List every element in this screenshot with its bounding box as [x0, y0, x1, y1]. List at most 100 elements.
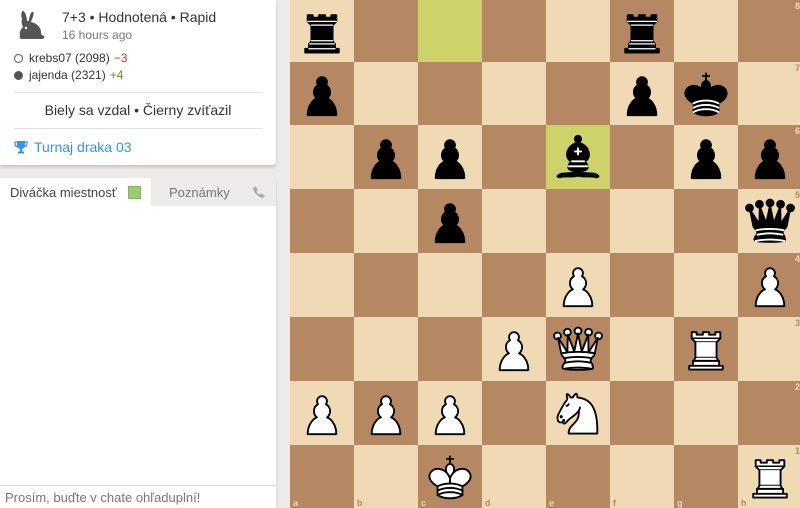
black-bishop-icon[interactable] [550, 129, 606, 185]
white-pawn-icon[interactable] [550, 257, 606, 313]
file-label: g [677, 498, 683, 508]
square-d6[interactable] [482, 125, 546, 189]
square-g7[interactable] [674, 62, 738, 125]
chess-board[interactable]: 8765432 abcdefg 1h [290, 0, 800, 508]
square-g3[interactable] [674, 317, 738, 381]
square-g4[interactable] [674, 253, 738, 317]
square-b1[interactable]: b [354, 445, 418, 508]
square-e8[interactable] [546, 0, 610, 62]
square-c8[interactable] [418, 0, 482, 62]
black-pawn-icon[interactable] [422, 193, 478, 249]
square-d3[interactable] [482, 317, 546, 381]
square-d1[interactable]: d [482, 445, 546, 508]
square-c6[interactable] [418, 125, 482, 189]
white-rook-icon[interactable] [678, 321, 734, 377]
player-black-rating-diff: +4 [109, 68, 124, 82]
square-h4[interactable]: 4 [738, 253, 800, 317]
square-d4[interactable] [482, 253, 546, 317]
square-h7[interactable]: 7 [738, 62, 800, 125]
square-c3[interactable] [418, 317, 482, 381]
square-e7[interactable] [546, 62, 610, 125]
black-king-icon[interactable] [678, 66, 734, 122]
chat-toggle-checkbox[interactable] [128, 186, 141, 199]
black-pawn-icon[interactable] [294, 66, 350, 122]
square-b7[interactable] [354, 62, 418, 125]
square-f3[interactable] [610, 317, 674, 381]
black-pawn-icon[interactable] [422, 129, 478, 185]
square-b5[interactable] [354, 189, 418, 253]
white-rook-icon[interactable] [742, 449, 798, 505]
tab-notes[interactable]: Poznámky [169, 185, 230, 200]
white-pawn-icon[interactable] [294, 385, 350, 441]
square-g1[interactable]: g [674, 445, 738, 508]
square-a3[interactable] [290, 317, 354, 381]
square-c7[interactable] [418, 62, 482, 125]
rank-label: 2 [794, 382, 800, 392]
square-h5[interactable]: 5 [738, 189, 800, 253]
white-king-icon[interactable] [422, 449, 478, 505]
square-f8[interactable] [610, 0, 674, 62]
white-pawn-icon[interactable] [742, 257, 798, 313]
square-c4[interactable] [418, 253, 482, 317]
square-a2[interactable] [290, 381, 354, 445]
square-h3[interactable]: 3 [738, 317, 800, 381]
white-queen-icon[interactable] [550, 321, 606, 377]
square-g8[interactable] [674, 0, 738, 62]
square-d2[interactable] [482, 381, 546, 445]
square-g5[interactable] [674, 189, 738, 253]
phone-icon[interactable] [251, 184, 267, 200]
square-h2[interactable]: 2 [738, 381, 800, 445]
square-h1[interactable]: 1h [738, 445, 800, 508]
black-pawn-icon[interactable] [614, 66, 670, 122]
square-f4[interactable] [610, 253, 674, 317]
square-c1[interactable]: c [418, 445, 482, 508]
square-f6[interactable] [610, 125, 674, 189]
black-rook-icon[interactable] [294, 4, 350, 60]
square-f5[interactable] [610, 189, 674, 253]
square-e2[interactable] [546, 381, 610, 445]
square-a5[interactable] [290, 189, 354, 253]
square-a7[interactable] [290, 62, 354, 125]
black-pawn-icon[interactable] [742, 129, 798, 185]
square-e6[interactable] [546, 125, 610, 189]
square-e5[interactable] [546, 189, 610, 253]
square-d7[interactable] [482, 62, 546, 125]
square-e4[interactable] [546, 253, 610, 317]
player-black-name[interactable]: jajenda (2321) [29, 68, 106, 82]
square-a6[interactable] [290, 125, 354, 189]
square-e1[interactable]: e [546, 445, 610, 508]
square-b2[interactable] [354, 381, 418, 445]
tournament-link[interactable]: Turnaj draka 03 [14, 139, 132, 155]
tab-spectator-room[interactable]: Diváčka miestnosť [0, 178, 151, 206]
square-g2[interactable] [674, 381, 738, 445]
square-a8[interactable] [290, 0, 354, 62]
white-pawn-icon[interactable] [486, 321, 542, 377]
black-pawn-icon[interactable] [358, 129, 414, 185]
square-c2[interactable] [418, 381, 482, 445]
player-white-name[interactable]: krebs07 (2098) [29, 51, 110, 65]
square-d8[interactable] [482, 0, 546, 62]
square-f2[interactable] [610, 381, 674, 445]
chat-input[interactable] [0, 485, 276, 508]
player-white: krebs07 (2098) −3 [14, 51, 127, 65]
white-pawn-icon[interactable] [358, 385, 414, 441]
black-rook-icon[interactable] [614, 4, 670, 60]
square-b6[interactable] [354, 125, 418, 189]
square-f1[interactable]: f [610, 445, 674, 508]
square-g6[interactable] [674, 125, 738, 189]
white-knight-icon[interactable] [550, 385, 606, 441]
black-queen-icon[interactable] [742, 193, 798, 249]
square-a1[interactable]: a [290, 445, 354, 508]
black-pawn-icon[interactable] [678, 129, 734, 185]
square-h8[interactable]: 8 [738, 0, 800, 62]
square-a4[interactable] [290, 253, 354, 317]
square-c5[interactable] [418, 189, 482, 253]
square-f7[interactable] [610, 62, 674, 125]
square-h6[interactable]: 6 [738, 125, 800, 189]
square-d5[interactable] [482, 189, 546, 253]
square-b4[interactable] [354, 253, 418, 317]
square-b3[interactable] [354, 317, 418, 381]
square-b8[interactable] [354, 0, 418, 62]
square-e3[interactable] [546, 317, 610, 381]
white-pawn-icon[interactable] [422, 385, 478, 441]
